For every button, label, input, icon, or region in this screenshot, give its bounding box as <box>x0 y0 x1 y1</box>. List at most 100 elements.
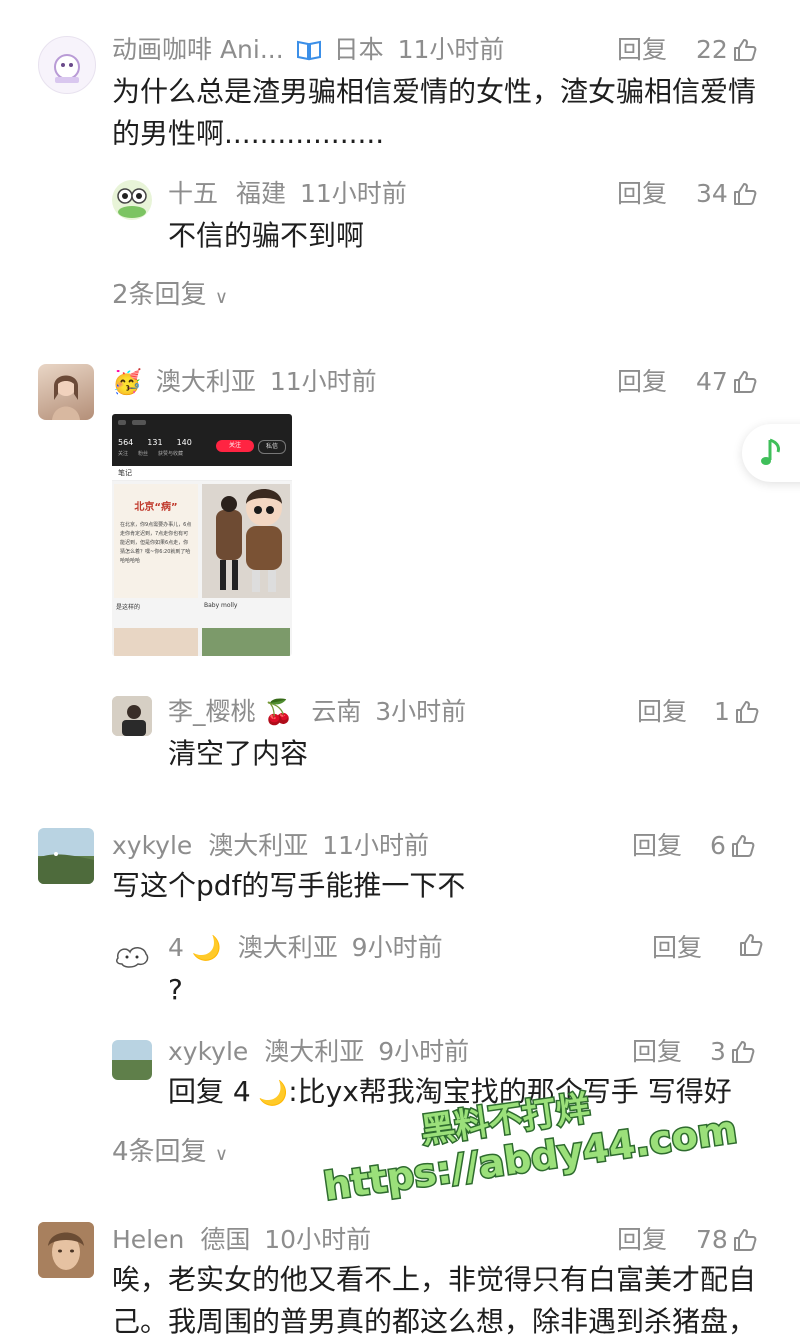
avatar[interactable] <box>112 696 152 736</box>
like-count: 78 <box>696 1225 728 1254</box>
comment-text-cont: 己。我周围的普男真的都这么想，除非遇到杀猪盘， <box>112 1305 757 1338</box>
reply-text: 清空了内容 <box>168 737 309 770</box>
avatar[interactable] <box>112 1040 152 1080</box>
music-note-icon <box>761 438 780 465</box>
card-caption: 是这样的 <box>116 602 140 611</box>
stat-following: 564 <box>118 438 134 447</box>
attached-image[interactable]: 564 131 140 关注 粉丝 获赞与收藏 关注 私信 笔记 北京“病” 在… <box>112 414 292 656</box>
like-count: 22 <box>696 35 728 64</box>
photo-card <box>202 484 290 598</box>
chevron-down-icon: ∨ <box>214 1144 228 1165</box>
username[interactable]: 动画咖啡 Ani... <box>112 35 284 64</box>
chevron-down-icon: ∨ <box>214 287 228 308</box>
reply-button[interactable]: 回复 <box>617 366 667 398</box>
timestamp: 9小时前 <box>351 933 443 962</box>
reply-button[interactable]: 回复 <box>617 178 667 210</box>
stat-label: 获赞与收藏 <box>158 451 184 457</box>
message-button: 私信 <box>258 440 286 454</box>
stat-label: 关注 <box>118 451 129 457</box>
like-button[interactable] <box>734 932 764 958</box>
stat-label: 粉丝 <box>138 451 149 457</box>
like-button[interactable]: 22 <box>696 34 758 66</box>
like-button[interactable]: 78 <box>696 1224 758 1256</box>
timestamp: 11小时前 <box>269 367 377 396</box>
avatar[interactable] <box>38 364 94 420</box>
location: 云南 <box>311 697 362 726</box>
reply-header: xykyle 澳大利亚 9小时前 <box>168 1036 469 1068</box>
like-count: 47 <box>696 367 728 396</box>
like-button[interactable]: 1 <box>714 696 760 728</box>
like-button[interactable]: 3 <box>710 1036 756 1068</box>
location: 澳大利亚 <box>237 933 338 962</box>
crescent-moon-icon: 🌙 <box>250 1079 289 1107</box>
reply-button[interactable]: 回复 <box>637 696 687 728</box>
thumbs-up-icon <box>732 181 758 207</box>
avatar[interactable] <box>38 1222 94 1278</box>
card-caption-text: 是这样的 <box>116 604 141 611</box>
reply-button[interactable]: 回复 <box>632 1036 682 1068</box>
like-count: 34 <box>696 179 728 208</box>
comment-text: 写这个pdf的写手能推一下不 <box>112 869 466 902</box>
thumbnail <box>202 628 290 656</box>
like-button[interactable]: 47 <box>696 366 758 398</box>
crescent-moon-icon: 🌙 <box>191 934 222 962</box>
note-body: 在北京，你9点需要办事儿，6点走你肯定迟到，7点走你也有可能迟到，但是你如果6点… <box>120 522 192 564</box>
thumbs-up-icon <box>732 369 758 395</box>
stat-likes: 140 <box>176 438 192 447</box>
thumbs-up-icon <box>732 1227 758 1253</box>
like-count: 3 <box>710 1037 726 1066</box>
expand-replies-label: 4条回复 <box>112 1137 207 1167</box>
like-button[interactable]: 6 <box>710 830 756 862</box>
comment-text: 为什么总是渣男骗相信爱情的女性，渣女骗相信爱情 <box>112 75 757 108</box>
note-card: 北京“病” 在北京，你9点需要办事儿，6点走你肯定迟到，7点走你也有可能迟到，但… <box>114 484 198 598</box>
like-button[interactable]: 34 <box>696 178 758 210</box>
timestamp: 10小时前 <box>264 1225 372 1254</box>
comment-header: Helen 德国 10小时前 <box>112 1224 371 1256</box>
username[interactable]: 十五 <box>168 179 218 208</box>
follow-button: 关注 <box>216 440 254 452</box>
comment-text-cont: 的男性啊.................. <box>112 117 385 150</box>
reply-header: 李_樱桃 🍒 云南 3小时前 <box>168 696 466 728</box>
avatar[interactable] <box>112 180 152 220</box>
music-button[interactable] <box>742 424 800 482</box>
location: 日本 <box>333 35 384 64</box>
thumbs-up-icon <box>730 1039 756 1065</box>
comment-header: xykyle 澳大利亚 11小时前 <box>112 830 429 862</box>
like-count: 1 <box>714 697 730 726</box>
comment-text: 唉，老实女的他又看不上，非觉得只有白富美才配自 <box>112 1263 757 1296</box>
reply-button[interactable]: 回复 <box>652 932 702 964</box>
username[interactable]: Helen <box>112 1225 184 1254</box>
comment-header: 动画咖啡 Ani... 日本 11小时前 <box>112 34 504 70</box>
location: 德国 <box>200 1225 251 1254</box>
cherry-emoji-icon: 🍒 <box>263 698 294 726</box>
username[interactable]: xykyle <box>168 1037 248 1066</box>
comment-header: 🥳 澳大利亚 11小时前 <box>112 366 377 398</box>
profile-header: 564 131 140 关注 粉丝 获赞与收藏 关注 私信 <box>112 414 292 466</box>
face-emoji-icon: 🥳 <box>112 368 142 396</box>
reply-button[interactable]: 回复 <box>617 1224 667 1256</box>
username[interactable]: 李_樱桃 <box>168 697 256 726</box>
reply-button[interactable]: 回复 <box>617 34 667 66</box>
avatar[interactable] <box>112 936 152 976</box>
avatar[interactable] <box>38 36 96 94</box>
timestamp: 11小时前 <box>397 35 505 64</box>
verified-book-icon <box>296 38 322 70</box>
avatar[interactable] <box>38 828 94 884</box>
reply-header: 十五 福建 11小时前 <box>168 178 407 210</box>
username[interactable]: xykyle <box>112 831 192 860</box>
username[interactable]: 4 <box>168 933 184 962</box>
expand-replies-label: 2条回复 <box>112 280 207 310</box>
expand-replies-button[interactable]: 2条回复 ∨ <box>112 279 228 314</box>
card-caption: Baby molly <box>204 602 238 609</box>
expand-replies-button[interactable]: 4条回复 ∨ <box>112 1136 228 1171</box>
location: 澳大利亚 <box>264 1037 365 1066</box>
reply-button[interactable]: 回复 <box>632 830 682 862</box>
reply-text: ? <box>168 973 183 1006</box>
thumbnail <box>114 628 198 656</box>
thumbs-up-icon <box>734 699 760 725</box>
note-title: 北京“病” <box>134 502 178 513</box>
reply-prefix: 回复 4 <box>168 1075 251 1108</box>
timestamp: 11小时前 <box>322 831 430 860</box>
username[interactable]: 澳大利亚 <box>156 367 256 396</box>
notes-tab: 笔记 <box>112 466 292 481</box>
